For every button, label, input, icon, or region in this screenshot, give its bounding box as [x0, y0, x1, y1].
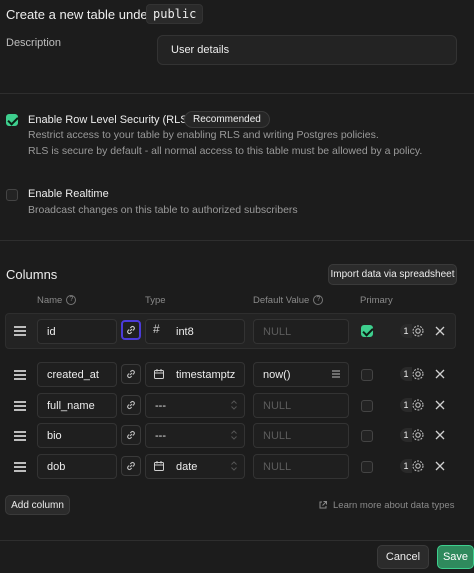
default-value-input[interactable]: NULL [253, 393, 349, 418]
drag-handle-icon[interactable] [14, 462, 26, 472]
link-icon [127, 430, 135, 440]
drag-handle-icon[interactable] [14, 326, 26, 336]
help-icon[interactable]: ? [66, 295, 77, 306]
import-spreadsheet-button[interactable]: Import data via spreadsheet [328, 264, 457, 285]
drag-handle-icon[interactable] [14, 431, 26, 441]
close-icon[interactable] [434, 368, 446, 380]
rls-description-1: Restrict access to your table by enablin… [28, 129, 379, 141]
drag-handle-icon[interactable] [14, 370, 26, 380]
chevron-updown-icon [231, 461, 237, 471]
name-header: Name? [37, 295, 77, 306]
column-name-input[interactable]: created_at [37, 362, 117, 387]
gear-icon[interactable] [411, 367, 425, 381]
link-icon [127, 325, 135, 335]
add-column-button[interactable]: Add column [5, 495, 70, 515]
rls-checkbox[interactable] [6, 114, 18, 126]
dialog-title: Create a new table under [6, 7, 152, 22]
description-label: Description [6, 37, 62, 49]
gear-icon[interactable] [411, 324, 425, 338]
column-name-input[interactable]: id [37, 319, 117, 344]
chevron-updown-icon [231, 430, 237, 440]
calendar-icon [154, 461, 164, 471]
foreign-key-link-button[interactable] [121, 425, 141, 445]
link-icon [127, 461, 135, 471]
default-header-label: Default Value [253, 295, 310, 306]
link-icon [127, 369, 135, 379]
primary-checkbox[interactable] [361, 430, 373, 442]
realtime-checkbox[interactable] [6, 189, 18, 201]
external-link-icon [319, 501, 327, 509]
drag-handle-icon[interactable] [14, 401, 26, 411]
hash-icon: # [153, 322, 160, 336]
primary-checkbox[interactable] [361, 400, 373, 412]
name-header-label: Name [37, 295, 63, 306]
default-value-input[interactable]: NULL [253, 319, 349, 344]
rls-description-2: RLS is secure by default - all normal ac… [28, 145, 423, 157]
save-button[interactable]: Save [437, 545, 474, 569]
default-header: Default Value? [253, 295, 324, 306]
foreign-key-link-button[interactable] [121, 395, 141, 415]
realtime-label: Enable Realtime [28, 188, 109, 200]
primary-header: Primary [360, 295, 393, 306]
description-input[interactable]: User details [157, 35, 457, 65]
calendar-icon [154, 369, 164, 379]
close-icon[interactable] [434, 325, 446, 337]
primary-checkbox[interactable] [361, 369, 373, 381]
gear-icon[interactable] [411, 459, 425, 473]
cancel-button[interactable]: Cancel [377, 545, 429, 569]
link-icon [127, 400, 135, 410]
column-name-input[interactable]: bio [37, 423, 117, 448]
learn-more-link[interactable]: Learn more about data types [333, 500, 454, 511]
list-icon[interactable] [330, 368, 342, 380]
default-value-input[interactable]: NULL [253, 454, 349, 479]
foreign-key-link-button[interactable] [121, 456, 141, 476]
gear-icon[interactable] [411, 428, 425, 442]
recommended-badge: Recommended [184, 111, 270, 128]
chevron-updown-icon [231, 400, 237, 410]
realtime-description: Broadcast changes on this table to autho… [28, 204, 298, 216]
column-name-input[interactable]: dob [37, 454, 117, 479]
foreign-key-link-button[interactable] [121, 364, 141, 384]
gear-icon[interactable] [411, 398, 425, 412]
help-icon[interactable]: ? [313, 295, 324, 306]
divider [0, 240, 474, 241]
rls-label: Enable Row Level Security (RLS) [28, 114, 192, 126]
primary-checkbox[interactable] [361, 325, 373, 337]
default-value-input[interactable]: NULL [253, 423, 349, 448]
column-name-input[interactable]: full_name [37, 393, 117, 418]
divider [0, 93, 474, 94]
schema-badge: public [146, 4, 204, 24]
column-type-select[interactable]: int8 [145, 319, 245, 344]
close-icon[interactable] [434, 429, 446, 441]
columns-title: Columns [6, 267, 58, 282]
close-icon[interactable] [434, 399, 446, 411]
type-header: Type [145, 295, 166, 306]
close-icon[interactable] [434, 460, 446, 472]
primary-checkbox[interactable] [361, 461, 373, 473]
foreign-key-link-button[interactable] [121, 320, 141, 340]
